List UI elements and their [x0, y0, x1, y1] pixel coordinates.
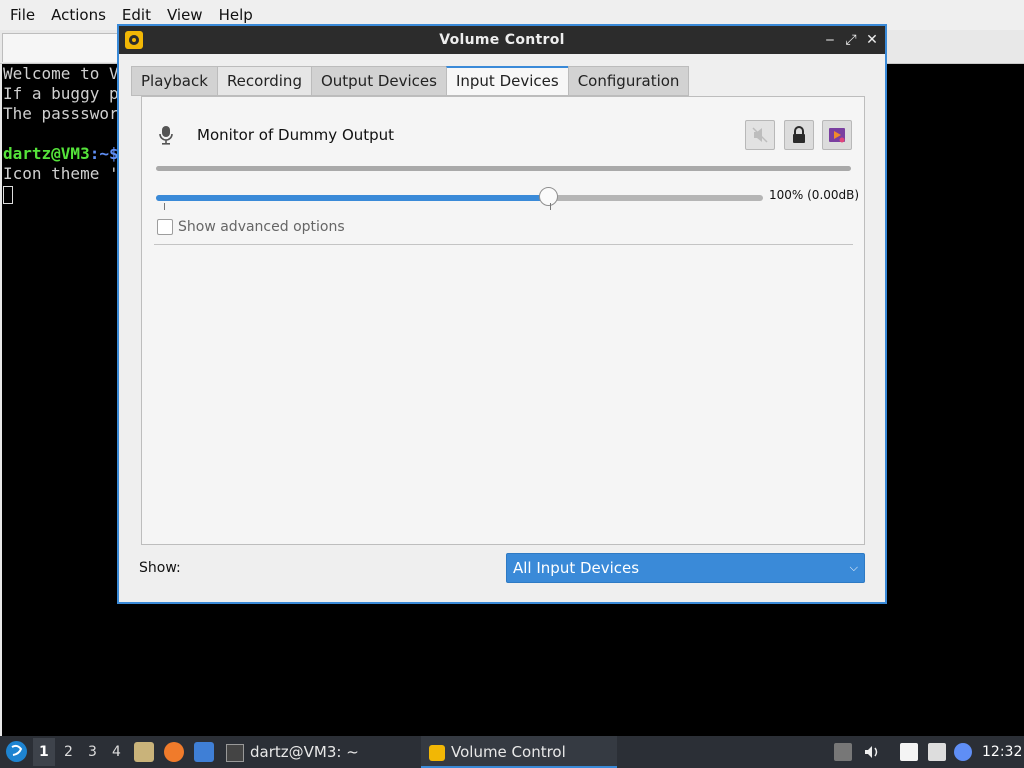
- mute-button[interactable]: [745, 120, 775, 150]
- show-filter-label: Show:: [139, 560, 181, 576]
- window-title: Volume Control: [439, 32, 565, 48]
- volume-control-icon: [429, 744, 445, 761]
- show-filter-value: All Input Devices: [513, 559, 640, 577]
- volume-slider-trough[interactable]: [156, 195, 763, 201]
- set-as-fallback-button[interactable]: [822, 120, 852, 150]
- chevron-down-icon: ⌵: [849, 561, 858, 574]
- close-button[interactable]: ✕: [863, 30, 881, 50]
- desktop-icon[interactable]: [194, 742, 214, 762]
- lock-icon: [793, 126, 805, 143]
- volume-label: 100% (0.00dB): [769, 188, 860, 202]
- volume-slider-handle[interactable]: [539, 187, 558, 206]
- task-terminal[interactable]: dartz@VM3: ~: [222, 736, 418, 768]
- tab-playback[interactable]: Playback: [131, 66, 217, 96]
- microphone-icon: [159, 126, 173, 145]
- window-titlebar[interactable]: Volume Control ‒ ⤢ ✕: [119, 26, 885, 54]
- update-icon[interactable]: [954, 743, 972, 761]
- divider: [154, 244, 853, 245]
- show-filter-dropdown[interactable]: All Input Devices ⌵: [506, 553, 865, 583]
- peak-level-meter: [156, 166, 851, 171]
- show-advanced-options-label[interactable]: Show advanced options: [178, 219, 345, 235]
- menu-view[interactable]: View: [159, 6, 211, 24]
- show-advanced-options-checkbox[interactable]: [157, 219, 173, 235]
- tab-recording[interactable]: Recording: [216, 66, 311, 96]
- volume-icon[interactable]: [863, 743, 881, 761]
- clipboard-icon[interactable]: [834, 743, 852, 761]
- workspace-2[interactable]: 2: [64, 744, 73, 760]
- terminal-icon: [226, 743, 244, 762]
- start-menu-button[interactable]: [6, 741, 27, 762]
- fallback-device-icon: [829, 128, 845, 143]
- clock[interactable]: 12:32: [982, 744, 1022, 760]
- tab-configuration[interactable]: Configuration: [567, 66, 690, 96]
- menu-edit[interactable]: Edit: [114, 6, 159, 24]
- network-icon[interactable]: [928, 743, 946, 761]
- volume-slider-fill: [156, 195, 549, 201]
- workspace-3[interactable]: 3: [88, 744, 97, 760]
- taskbar: 1 2 3 4 dartz@VM3: ~ Volume Control 12:3…: [0, 736, 1024, 768]
- muted-speaker-icon: [752, 127, 768, 143]
- terminal-tab[interactable]: [2, 33, 120, 62]
- tab-output-devices[interactable]: Output Devices: [310, 66, 446, 96]
- minimize-button[interactable]: ‒: [821, 30, 839, 50]
- workspace-1[interactable]: 1: [39, 744, 49, 760]
- task-volume-control[interactable]: Volume Control: [421, 736, 617, 768]
- task-volume-control-label: Volume Control: [451, 743, 566, 761]
- input-devices-panel: Monitor of Dummy Output 100% (0.00dB) Sh…: [141, 96, 865, 545]
- menu-help[interactable]: Help: [211, 6, 261, 24]
- slider-tick-silence: [164, 203, 165, 210]
- terminal-prompt-path: :~$: [89, 144, 119, 163]
- terminal-cursor: [3, 185, 13, 204]
- workspace-4[interactable]: 4: [112, 744, 121, 760]
- slider-tick-100: [550, 203, 551, 210]
- tab-input-devices[interactable]: Input Devices: [445, 66, 568, 96]
- volume-control-window: Volume Control ‒ ⤢ ✕ Playback Recording …: [117, 24, 887, 604]
- notes-icon[interactable]: [900, 743, 918, 761]
- file-manager-icon[interactable]: [134, 742, 154, 762]
- terminal-prompt-user: dartz@VM3: [3, 144, 90, 163]
- maximize-button[interactable]: ⤢: [842, 30, 860, 50]
- menu-file[interactable]: File: [2, 6, 43, 24]
- lock-channels-button[interactable]: [784, 120, 814, 150]
- tab-bar: Playback Recording Output Devices Input …: [131, 66, 690, 96]
- firefox-icon[interactable]: [164, 742, 184, 762]
- lxqt-logo-icon: [11, 744, 23, 756]
- menu-actions[interactable]: Actions: [43, 6, 114, 24]
- device-name: Monitor of Dummy Output: [197, 126, 395, 144]
- task-terminal-label: dartz@VM3: ~: [250, 743, 359, 761]
